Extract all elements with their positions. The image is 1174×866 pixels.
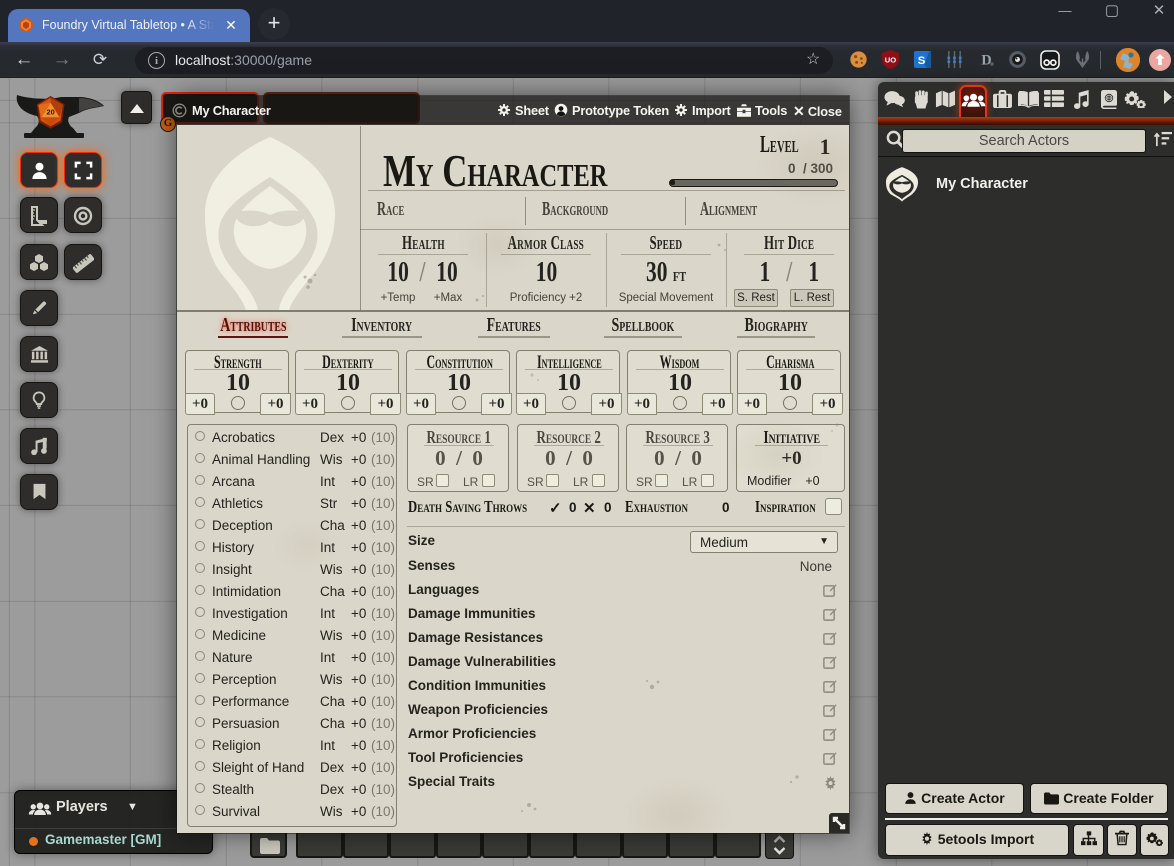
- svg-text:UO: UO: [885, 55, 896, 64]
- svg-text:S: S: [918, 55, 926, 67]
- svg-text:20: 20: [46, 107, 54, 116]
- svg-text:D: D: [981, 52, 991, 68]
